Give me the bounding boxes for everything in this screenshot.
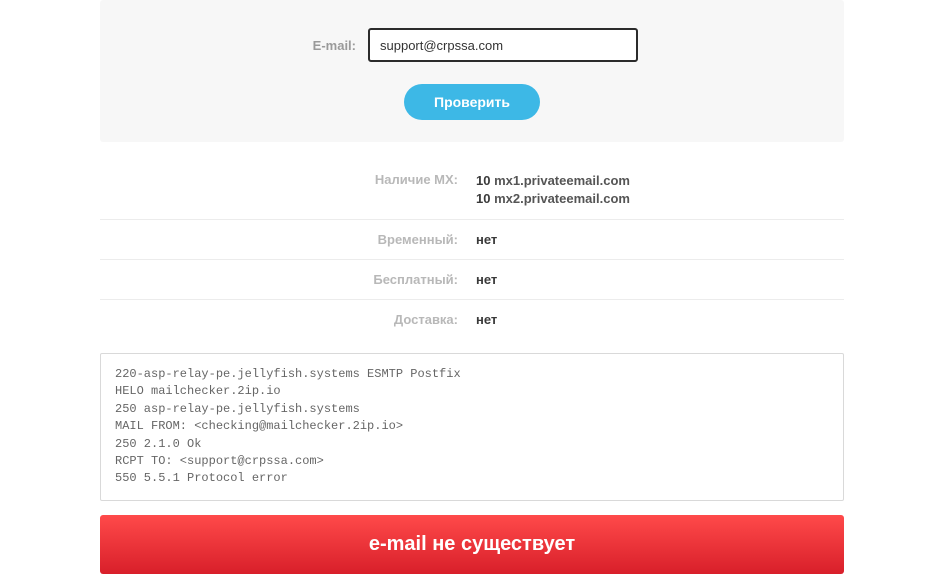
page-root: E-mail: Проверить Наличие MX: 10 mx1.pri… [0,0,944,584]
smtp-log: 220-asp-relay-pe.jellyfish.systems ESMTP… [100,353,844,501]
result-row-delivery: Доставка: нет [100,300,844,339]
result-row-free: Бесплатный: нет [100,260,844,300]
result-value-free: нет [472,272,844,287]
mx-record: 10 mx1.privateemail.com [476,172,844,190]
email-check-form: E-mail: Проверить [100,0,844,142]
result-label-delivery: Доставка: [100,312,472,327]
email-label: E-mail: [306,38,356,53]
result-label-mx: Наличие MX: [100,172,472,207]
results-table: Наличие MX: 10 mx1.privateemail.com 10 m… [100,160,844,339]
mx-priority: 10 [476,173,490,188]
result-label-temporary: Временный: [100,232,472,247]
mx-host: mx1.privateemail.com [494,173,630,188]
result-row-temporary: Временный: нет [100,220,844,260]
result-value-mx: 10 mx1.privateemail.com 10 mx2.privateem… [472,172,844,207]
mx-priority: 10 [476,191,490,206]
result-value-temporary: нет [472,232,844,247]
mx-host: mx2.privateemail.com [494,191,630,206]
submit-row: Проверить [120,84,824,120]
status-banner: e-mail не существует [100,515,844,574]
email-row: E-mail: [120,28,824,62]
result-value-delivery: нет [472,312,844,327]
check-button[interactable]: Проверить [404,84,540,120]
result-row-mx: Наличие MX: 10 mx1.privateemail.com 10 m… [100,160,844,220]
mx-record: 10 mx2.privateemail.com [476,190,844,208]
email-input[interactable] [368,28,638,62]
result-label-free: Бесплатный: [100,272,472,287]
